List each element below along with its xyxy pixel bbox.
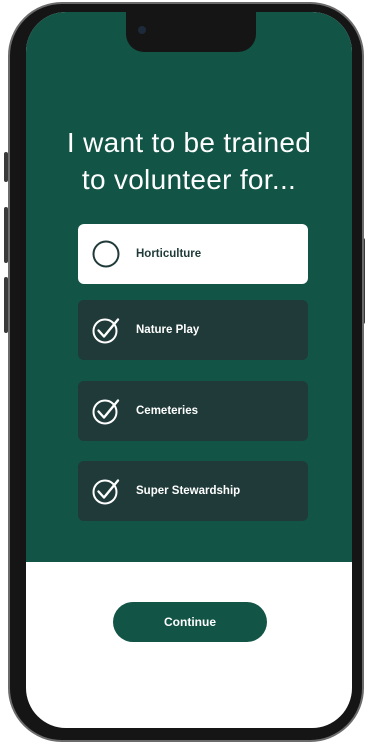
phone-frame: I want to be trained to volunteer for...… xyxy=(8,2,364,742)
empty-circle-icon xyxy=(92,240,120,268)
page-title-line-1: I want to be trained xyxy=(66,127,312,158)
phone-screen: I want to be trained to volunteer for...… xyxy=(26,12,352,728)
hero-panel: I want to be trained to volunteer for...… xyxy=(26,12,352,562)
camera-icon xyxy=(138,26,146,34)
notch xyxy=(126,12,256,52)
option-label: Cemeteries xyxy=(136,405,199,417)
app-canvas: I want to be trained to volunteer for...… xyxy=(0,0,367,746)
option-nature-play[interactable]: Nature Play xyxy=(78,300,308,360)
option-horticulture[interactable]: Horticulture xyxy=(78,224,308,284)
check-circle-icon xyxy=(92,318,120,344)
continue-button[interactable]: Continue xyxy=(113,602,267,642)
option-super-stewardship[interactable]: Super Stewardship xyxy=(78,461,308,521)
option-label: Super Stewardship xyxy=(136,485,241,497)
check-circle-icon xyxy=(92,399,120,425)
option-label: Horticulture xyxy=(136,248,202,260)
check-circle-icon xyxy=(92,479,120,505)
option-label: Nature Play xyxy=(136,324,200,336)
page-title: I want to be trained to volunteer for... xyxy=(26,124,352,198)
option-cemeteries[interactable]: Cemeteries xyxy=(78,381,308,441)
page-title-line-2: to volunteer for... xyxy=(81,164,297,195)
